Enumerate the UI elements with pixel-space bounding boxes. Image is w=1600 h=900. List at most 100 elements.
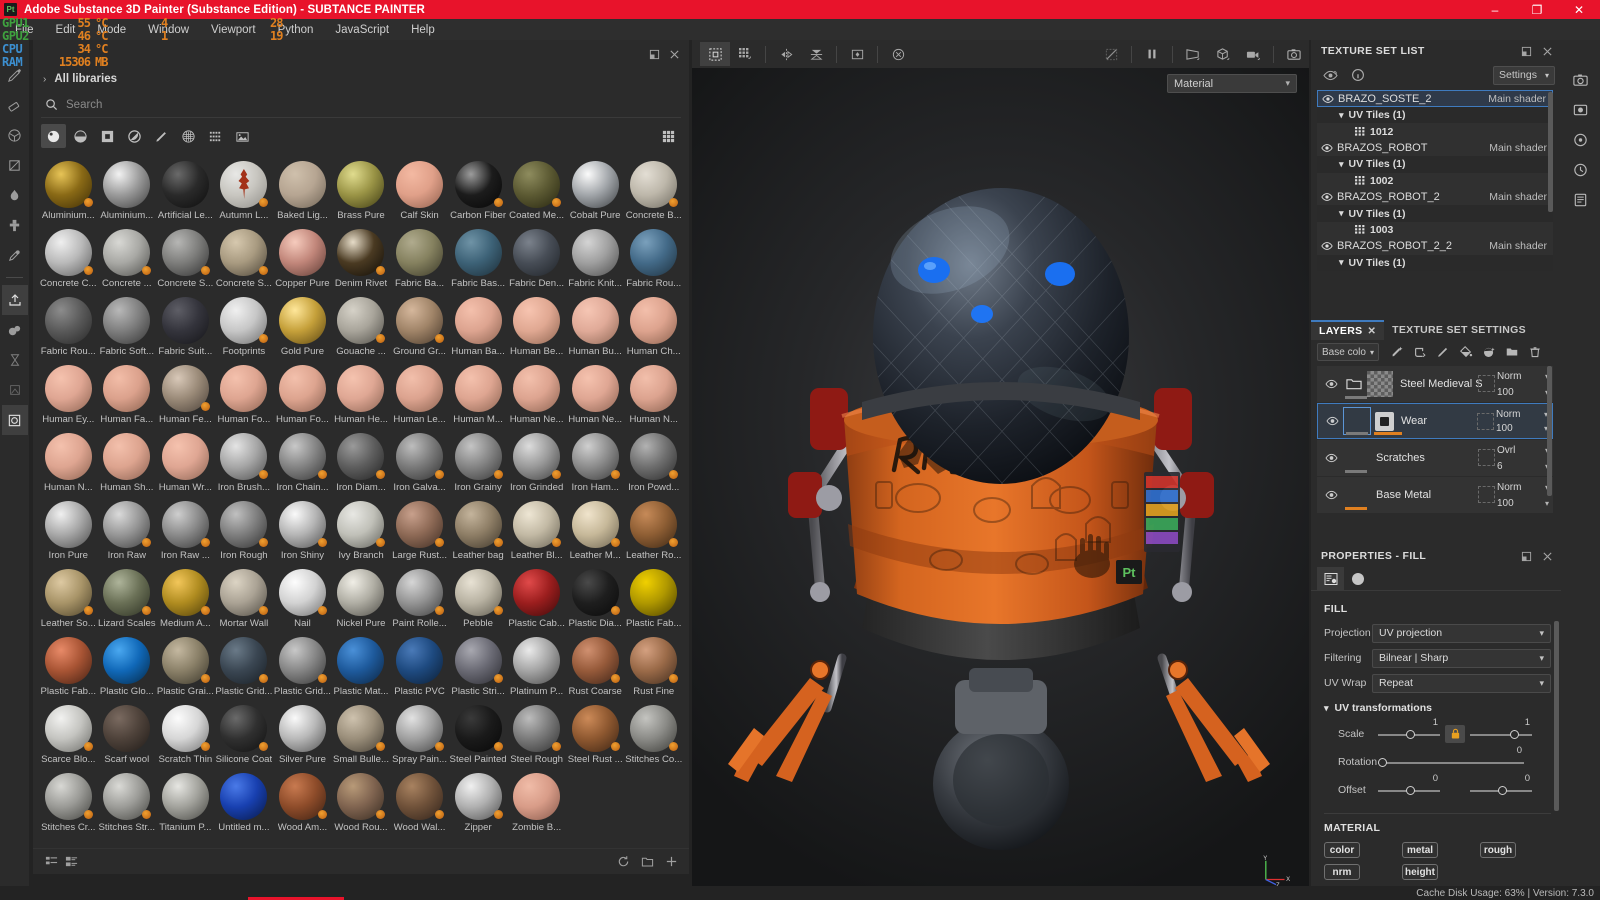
material-grid-item[interactable]: Pebble [449,565,508,633]
material-grid-item[interactable]: Iron Rough [215,497,274,565]
material-grid-item[interactable]: Iron Chain... [273,429,332,497]
texture-set-row[interactable]: BRAZOS_ROBOT_2_2 Main shader [1317,238,1553,255]
add-fill-layer-icon[interactable] [1409,342,1431,362]
material-grid-item[interactable]: Plastic Grid... [273,633,332,701]
material-grid-item[interactable]: Leather So... [39,565,98,633]
material-grid-item[interactable]: Concrete S... [215,225,274,293]
hide-grid-icon[interactable] [1096,42,1126,66]
material-grid-item[interactable]: Plastic Fab... [624,565,683,633]
menu-javascript[interactable]: JavaScript [324,21,400,39]
material-grid-item[interactable]: Lizard Scales [98,565,157,633]
material-grid-item[interactable]: Human Le... [390,361,449,429]
material-grid-item[interactable]: Scarf wool [98,701,157,769]
layer-effects-slot[interactable] [1478,449,1495,466]
material-grid-item[interactable]: Human Fo... [215,361,274,429]
channel-height-chip[interactable]: height [1402,864,1438,880]
projection-select[interactable]: UV projection ▾ [1372,623,1551,643]
add-paint-layer-icon[interactable] [1432,342,1454,362]
texture-set-row[interactable]: BRAZOS_ROBOT_2 Main shader [1317,188,1553,206]
material-grid-item[interactable]: Calf Skin [390,157,449,225]
menu-viewport[interactable]: Viewport [200,21,267,39]
material-grid-item[interactable]: Iron Brush... [215,429,274,497]
material-grid-item[interactable]: Human M... [449,361,508,429]
material-grid-item[interactable]: Denim Rivet [332,225,391,293]
material-grid-item[interactable]: Fabric Ba... [390,225,449,293]
symmetry-plane-icon[interactable] [801,42,831,66]
smart-materials-filter-icon[interactable] [68,124,93,148]
channel-nrm-chip[interactable]: nrm [1324,864,1360,880]
sparse-virtual-texture-tool[interactable] [2,345,28,375]
reset-camera-icon[interactable] [883,42,913,66]
material-grid-item[interactable]: Platinum P... [507,633,566,701]
layer-visibility-icon[interactable] [1321,379,1341,389]
display-settings-rail-icon[interactable] [1568,96,1594,124]
uv-transformations-group[interactable]: ▾ UV transformations [1324,702,1551,714]
maximize-button[interactable]: ❐ [1516,0,1558,19]
material-grid-item[interactable]: Carbon Fiber [449,157,508,225]
material-grid-item[interactable]: Coated Me... [507,157,566,225]
material-grid-item[interactable]: Concrete ... [98,225,157,293]
projection-tool[interactable] [2,120,28,150]
delete-layer-icon[interactable] [1524,342,1546,362]
material-grid-item[interactable]: Human Fa... [98,361,157,429]
materials-filter-icon[interactable] [41,124,66,148]
menu-edit[interactable]: Edit [45,21,87,39]
material-grid-item[interactable]: Plastic PVC [390,633,449,701]
brushes-filter-icon[interactable] [149,124,174,148]
material-grid-item[interactable]: Fabric Den... [507,225,566,293]
alphas-filter-icon[interactable] [176,124,201,148]
texture-set-row[interactable]: BRAZOS_ROBOT Main shader [1317,139,1553,157]
lock-icon[interactable] [1445,725,1465,743]
environments-filter-icon[interactable] [230,124,255,148]
material-grid-item[interactable]: Leather Bl... [507,497,566,565]
refresh-icon[interactable] [613,852,633,872]
properties-undock-icon[interactable] [1516,546,1536,566]
tab-layers-close-icon[interactable]: ✕ [1367,326,1376,337]
material-grid-item[interactable]: Footprints [215,293,274,361]
list-layout-icon[interactable] [41,852,61,872]
texture-set-settings-selector[interactable]: Settings ▾ [1493,65,1555,85]
uv-tile-row[interactable]: 1003 [1317,221,1553,239]
material-grid-item[interactable]: Human Ba... [449,293,508,361]
toggle-visibility-icon[interactable] [1320,65,1340,85]
paint-brush-tool[interactable] [2,60,28,90]
open-folder-icon[interactable] [637,852,657,872]
texture-set-rows[interactable]: BRAZO_SOSTE_2 Main shader ▾ UV Tiles (1) 101… [1317,90,1553,272]
layer-opacity[interactable]: 6▾ [1497,459,1549,473]
material-grid-item[interactable]: Nickel Pure [332,565,391,633]
minimize-button[interactable]: – [1474,0,1516,19]
filtering-select[interactable]: Bilnear | Sharp ▾ [1372,648,1551,668]
channel-metal-chip[interactable]: metal [1402,842,1438,858]
material-grid-item[interactable]: Zombie B... [507,769,566,837]
material-grid-item[interactable]: Concrete B... [624,157,683,225]
polygon-fill-tool[interactable] [2,150,28,180]
material-grid-item[interactable]: Plastic Mat... [332,633,391,701]
layer-visibility-icon[interactable] [1321,453,1341,463]
material-grid-item[interactable]: Cobalt Pure [566,157,625,225]
add-icon[interactable] [661,852,681,872]
material-grid-item[interactable]: Untitled m... [215,769,274,837]
material-grid-item[interactable]: Rust Fine [624,633,683,701]
material-grid-item[interactable]: Human Ne... [566,361,625,429]
material-grid-item[interactable]: Brass Pure [332,157,391,225]
uv-tiles-row[interactable]: ▾ UV Tiles (1) [1317,156,1553,173]
add-smart-material-icon[interactable] [1478,342,1500,362]
material-grid-item[interactable]: Iron Raw [98,497,157,565]
detail-layout-icon[interactable] [61,852,81,872]
material-grid-item[interactable]: Plastic Stri... [449,633,508,701]
material-grid-item[interactable]: Human Fo... [273,361,332,429]
resource-updater-tool[interactable] [2,375,28,405]
layer-visibility-icon[interactable] [1322,416,1342,426]
material-grid-item[interactable]: Iron Raw ... [156,497,215,565]
texture-set-list-close-icon[interactable] [1537,41,1557,61]
screenshot-rail-icon[interactable] [1568,66,1594,94]
material-grid-item[interactable]: Leather M... [566,497,625,565]
uv-tiles-row[interactable]: ▾ UV Tiles (1) [1317,205,1553,222]
material-grid-item[interactable]: Iron Grainy [449,429,508,497]
material-grid-item[interactable]: Autumn L... [215,157,274,225]
material-grid-item[interactable]: Baked Lig... [273,157,332,225]
viewport-3d-canvas[interactable]: Pt Material ▾ Y X [692,68,1309,900]
uv-tiles-row[interactable]: ▾ UV Tiles (1) [1317,107,1553,124]
material-grid-item[interactable]: Plastic Dia... [566,565,625,633]
eraser-tool[interactable] [2,90,28,120]
